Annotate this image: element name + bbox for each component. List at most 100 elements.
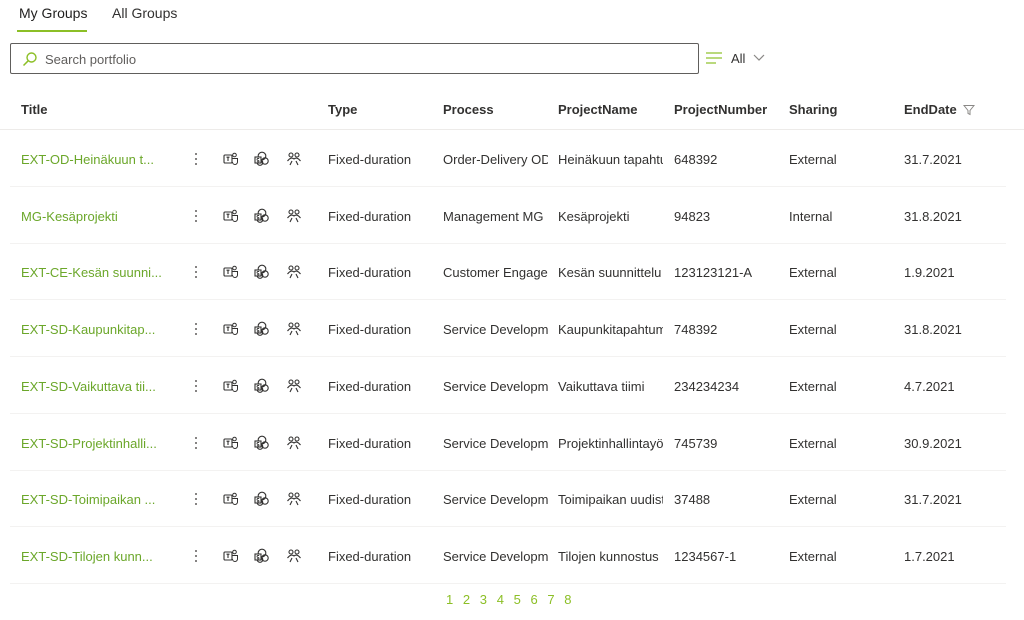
members-icon[interactable] [285, 320, 303, 338]
sharepoint-icon[interactable] [253, 547, 271, 565]
search-box[interactable] [10, 43, 699, 74]
table-row[interactable]: EXT-CE-Kesän suunni... Fixed-duration Cust… [10, 244, 1006, 301]
project-name-cell: Kesän suunnittelu [558, 265, 662, 281]
sharepoint-icon[interactable] [253, 320, 271, 338]
project-number-cell: 37488 [674, 492, 711, 508]
group-title-link[interactable]: EXT-SD-Tilojen kunn... [21, 549, 171, 564]
table-row[interactable]: MG-Kesäprojekti Fixed-duration Management … [10, 188, 1006, 244]
type-cell: Fixed-duration [328, 548, 412, 564]
column-header-sharing[interactable]: Sharing [789, 102, 837, 117]
teams-icon[interactable] [222, 434, 240, 452]
members-icon[interactable] [285, 434, 303, 452]
more-options-icon[interactable] [192, 263, 200, 281]
group-title-link[interactable]: EXT-CE-Kesän suunni... [21, 265, 171, 280]
teams-icon[interactable] [222, 207, 240, 225]
sharepoint-icon[interactable] [253, 207, 271, 225]
search-input[interactable] [45, 49, 685, 69]
column-header-project-name[interactable]: ProjectName [558, 102, 637, 117]
project-number-cell: 648392 [674, 152, 718, 167]
end-date-cell: 31.8.2021 [904, 322, 962, 338]
process-cell: Management MG [443, 208, 544, 224]
teams-icon[interactable] [222, 547, 240, 565]
table-row[interactable]: EXT-SD-Tilojen kunn... Fixed-duration Serv… [10, 528, 1006, 584]
project-number-cell: 748392 [674, 322, 718, 338]
column-header-type[interactable]: Type [328, 102, 357, 117]
page-link[interactable]: 1 [446, 592, 453, 607]
table-row[interactable]: EXT-OD-Heinäkuun t... Fixed-duration Order… [10, 131, 1006, 187]
filter-label: All [731, 51, 746, 66]
project-name-cell: Kesäprojekti [558, 208, 630, 224]
more-options-icon[interactable] [192, 547, 200, 565]
sharepoint-icon[interactable] [253, 150, 271, 168]
members-icon[interactable] [285, 547, 303, 565]
sharing-cell: Internal [789, 208, 833, 224]
members-icon[interactable] [285, 207, 303, 225]
project-name-cell: Heinäkuun tapahtuma [558, 152, 663, 167]
sharepoint-icon[interactable] [253, 434, 271, 452]
table-row[interactable]: EXT-SD-Projektinhalli... Fixed-duration Se… [10, 415, 1006, 471]
members-icon[interactable] [285, 490, 303, 508]
sharepoint-icon[interactable] [253, 490, 271, 508]
more-options-icon[interactable] [192, 490, 200, 508]
project-number-cell: 94823 [674, 208, 711, 224]
group-title-link[interactable]: EXT-OD-Heinäkuun t... [21, 152, 171, 167]
search-icon [22, 51, 38, 67]
page-link[interactable]: 8 [564, 592, 571, 607]
project-name-cell: Tilojen kunnostus [558, 548, 659, 564]
tab-my-groups[interactable]: My Groups [19, 5, 87, 21]
project-number-cell: 123123121-A [674, 265, 753, 281]
group-title-link[interactable]: EXT-SD-Vaikuttava tii... [21, 379, 171, 394]
process-cell: Customer Engagement [443, 265, 548, 281]
column-header-title[interactable]: Title [21, 102, 48, 117]
type-cell: Fixed-duration [328, 378, 412, 394]
pagination: 12345678 [0, 590, 1024, 610]
type-cell: Fixed-duration [328, 435, 412, 451]
members-icon[interactable] [285, 263, 303, 281]
column-header-process[interactable]: Process [443, 102, 494, 117]
group-title-link[interactable]: MG-Kesäprojekti [21, 209, 171, 224]
sharing-cell: External [789, 322, 837, 338]
column-header-end-date[interactable]: EndDate [904, 102, 975, 117]
process-cell: Service Development [443, 435, 548, 451]
page-link[interactable]: 3 [480, 592, 487, 607]
sharepoint-icon[interactable] [253, 377, 271, 395]
more-options-icon[interactable] [192, 377, 200, 395]
page-link[interactable]: 4 [497, 592, 504, 607]
table-row[interactable]: EXT-SD-Kaupunkitap... Fixed-duration Servi… [10, 301, 1006, 358]
teams-icon[interactable] [222, 490, 240, 508]
table-row[interactable]: EXT-SD-Toimipaikan ... Fixed-duration Serv… [10, 471, 1006, 528]
table-header: Title Type Process ProjectName ProjectNu… [0, 90, 1024, 130]
table-row[interactable]: EXT-SD-Vaikuttava tii... Fixed-duration Se… [10, 358, 1006, 414]
project-name-cell: Kaupunkitapahtuma [558, 322, 663, 338]
project-name-cell: Projektinhallintayö [558, 435, 663, 451]
sharing-cell: External [789, 548, 837, 564]
page-link[interactable]: 2 [463, 592, 470, 607]
group-title-link[interactable]: EXT-SD-Kaupunkitap... [21, 322, 171, 337]
page-link[interactable]: 7 [547, 592, 554, 607]
more-options-icon[interactable] [192, 207, 200, 225]
more-options-icon[interactable] [192, 434, 200, 452]
teams-icon[interactable] [222, 263, 240, 281]
teams-icon[interactable] [222, 150, 240, 168]
column-header-project-number[interactable]: ProjectNumber [674, 102, 767, 117]
process-cell: Service Development [443, 378, 548, 394]
teams-icon[interactable] [222, 320, 240, 338]
members-icon[interactable] [285, 377, 303, 395]
end-date-cell: 30.9.2021 [904, 435, 962, 451]
more-options-icon[interactable] [192, 150, 200, 168]
more-options-icon[interactable] [192, 320, 200, 338]
members-icon[interactable] [285, 150, 303, 168]
sharepoint-icon[interactable] [253, 263, 271, 281]
end-date-cell: 1.7.2021 [904, 548, 955, 564]
group-tabs: My Groups All Groups [0, 0, 1024, 36]
group-title-link[interactable]: EXT-SD-Toimipaikan ... [21, 492, 171, 507]
end-date-cell: 1.9.2021 [904, 265, 955, 281]
teams-icon[interactable] [222, 377, 240, 395]
chevron-down-icon [753, 51, 765, 66]
group-title-link[interactable]: EXT-SD-Projektinhalli... [21, 436, 171, 451]
tab-all-groups[interactable]: All Groups [112, 5, 177, 21]
page-link[interactable]: 5 [514, 592, 521, 607]
sharing-cell: External [789, 435, 837, 451]
type-cell: Fixed-duration [328, 208, 412, 224]
page-link[interactable]: 6 [531, 592, 538, 607]
